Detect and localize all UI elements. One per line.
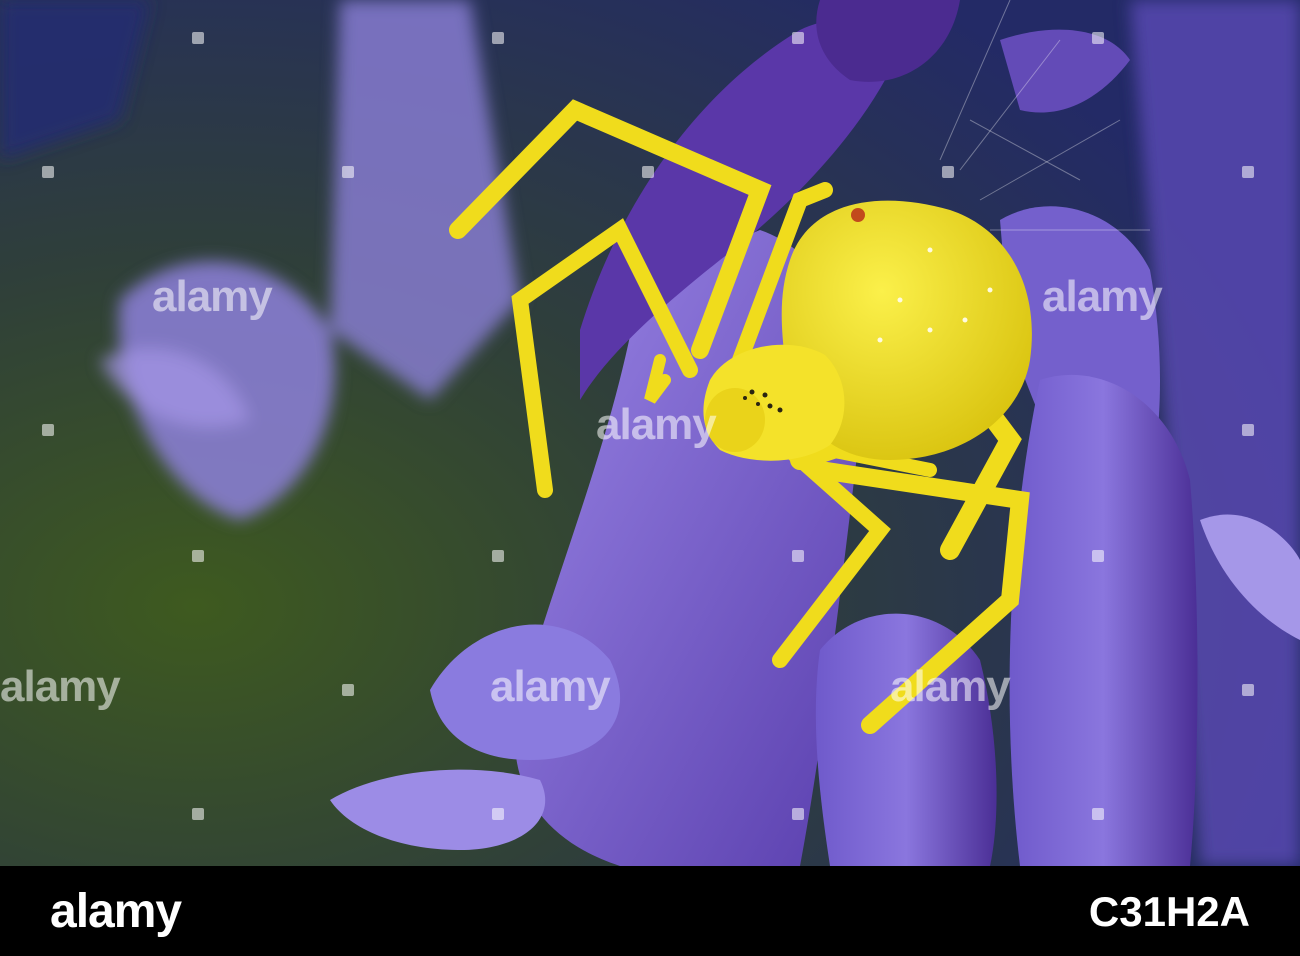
watermark-dot (342, 166, 354, 178)
watermark-dot (1092, 808, 1104, 820)
watermark-dot (342, 684, 354, 696)
watermark: alamy (152, 272, 273, 321)
watermark-dot (942, 166, 954, 178)
watermark-dot (1242, 424, 1254, 436)
footer-bar: alamy C31H2A (0, 866, 1300, 956)
watermark-dot (1242, 684, 1254, 696)
watermark-dot (42, 166, 54, 178)
watermark-dot (492, 32, 504, 44)
watermark-dot (642, 166, 654, 178)
watermark-dot (1242, 166, 1254, 178)
stock-photo-page: alamy alamy alamy alamy alamy alamy alam… (0, 0, 1300, 956)
watermark-dot (42, 424, 54, 436)
watermark-dot (1092, 32, 1104, 44)
watermark: alamy (490, 662, 611, 711)
watermark-dot (792, 808, 804, 820)
watermark-dot (792, 550, 804, 562)
watermark: alamy (1042, 272, 1163, 321)
watermark: alamy (596, 400, 717, 449)
watermark: alamy (890, 662, 1011, 711)
image-id: C31H2A (1088, 888, 1250, 935)
watermark-dot (492, 808, 504, 820)
watermark-dot (1092, 550, 1104, 562)
watermark-dot (192, 808, 204, 820)
watermark: alamy (0, 662, 121, 711)
red-spot (851, 208, 865, 222)
photo: alamy alamy alamy alamy alamy alamy (0, 0, 1300, 866)
watermark-dot (192, 32, 204, 44)
watermark-dot (192, 550, 204, 562)
alamy-logo: alamy (50, 885, 182, 938)
watermark-dot (792, 32, 804, 44)
watermark-dot (492, 550, 504, 562)
